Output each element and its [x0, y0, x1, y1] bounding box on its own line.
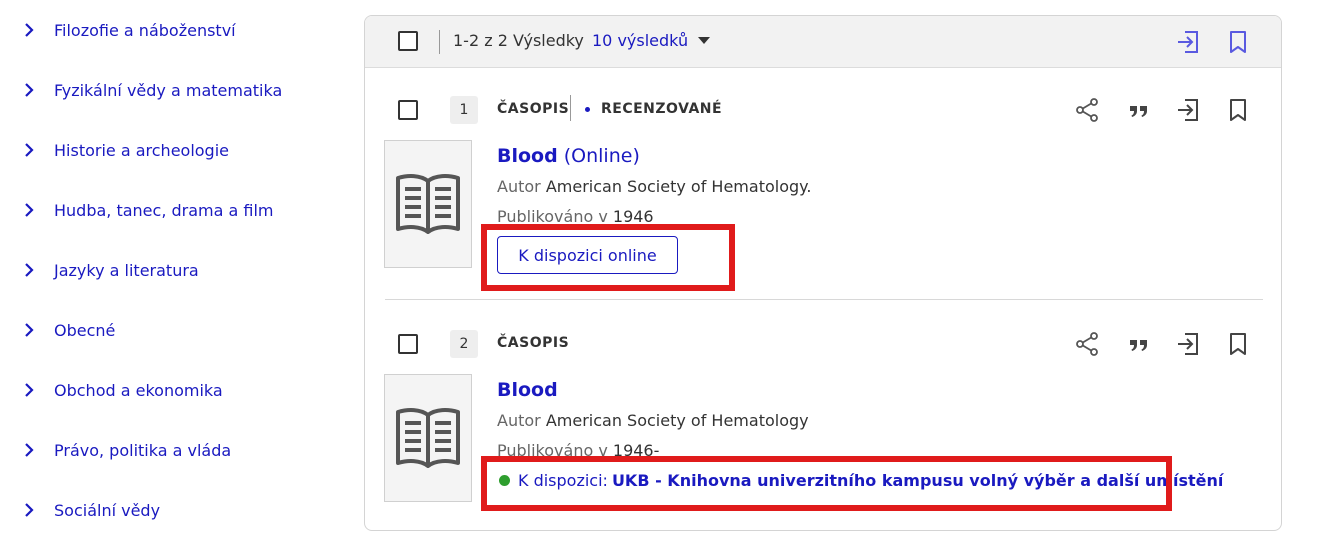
quote-icon — [1130, 106, 1147, 117]
caret-down-icon — [698, 37, 711, 44]
sidebar-item-filozofie[interactable]: Filozofie a náboženství — [20, 15, 236, 45]
open-book-icon — [396, 174, 460, 234]
cite-button[interactable] — [1125, 330, 1153, 358]
sidebar-item-jazyky[interactable]: Jazyky a literatura — [20, 255, 199, 285]
bullet-dot — [585, 106, 590, 112]
record-title[interactable]: Blood — [497, 379, 558, 401]
sidebar-item-obchod[interactable]: Obchod a ekonomika — [20, 375, 223, 405]
sidebar-item-historie[interactable]: Historie a archeologie — [20, 135, 229, 165]
title-main: Blood — [497, 145, 558, 167]
bookmark-icon — [1230, 31, 1246, 53]
chevron-right-icon — [20, 81, 38, 99]
share-icon — [1076, 98, 1098, 122]
chevron-right-icon — [20, 201, 38, 219]
sidebar-item-label: Historie a archeologie — [54, 140, 229, 160]
export-icon — [1178, 99, 1198, 121]
per-page-dropdown[interactable]: 10 výsledků — [592, 31, 711, 50]
record-checkbox[interactable] — [398, 100, 418, 120]
open-book-icon — [396, 408, 460, 468]
sidebar-item-socialni[interactable]: Sociální vědy — [20, 495, 160, 525]
sidebar-item-label: Právo, politika a vláda — [54, 440, 232, 460]
sidebar-item-label: Filozofie a náboženství — [54, 20, 236, 40]
export-button[interactable] — [1174, 330, 1202, 358]
results-toolbar: 1-2 z 2 Výsledky 10 výsledků — [365, 16, 1281, 68]
availability-location-link[interactable]: UKB - Knihovna univerzitního kampusu vol… — [612, 471, 1223, 490]
select-all-checkbox[interactable] — [398, 31, 418, 51]
export-icon — [1178, 333, 1198, 355]
sidebar-item-hudba[interactable]: Hudba, tanec, drama a film — [20, 195, 274, 225]
bookmark-button[interactable] — [1224, 330, 1252, 358]
bookmark-icon — [1230, 333, 1246, 355]
record-checkbox[interactable] — [398, 334, 418, 354]
sidebar-item-label: Obchod a ekonomika — [54, 380, 223, 400]
results-count: 1-2 z 2 Výsledky — [453, 31, 584, 50]
published-value: 1946 — [612, 207, 654, 226]
results-panel: 1-2 z 2 Výsledky 10 výsledků 1 ČASOPIS R… — [364, 15, 1282, 531]
peer-reviewed-label: RECENZOVANÉ — [601, 101, 723, 117]
record-thumbnail[interactable] — [384, 374, 472, 502]
record-type: ČASOPIS — [497, 101, 570, 117]
bookmark-button[interactable] — [1224, 96, 1252, 124]
record-divider — [385, 299, 1263, 300]
export-all-button[interactable] — [1174, 28, 1202, 56]
peer-reviewed-badge: RECENZOVANÉ — [585, 101, 722, 117]
chevron-right-icon — [20, 501, 38, 519]
export-icon — [1178, 31, 1198, 53]
toolbar-divider — [439, 30, 440, 54]
per-page-label: 10 výsledků — [592, 31, 689, 50]
chevron-right-icon — [20, 261, 38, 279]
published-value: 1946- — [612, 441, 660, 460]
availability-status: K dispozici: UKB - Knihovna univerzitníh… — [499, 471, 1223, 490]
sidebar-item-label: Sociální vědy — [54, 500, 161, 520]
sidebar-item-label: Fyzikální vědy a matematika — [54, 80, 283, 100]
sidebar-item-label: Hudba, tanec, drama a film — [54, 200, 274, 220]
sidebar-item-label: Obecné — [54, 320, 116, 340]
author-value: American Society of Hematology. — [545, 177, 812, 196]
record-title[interactable]: Blood (Online) — [497, 145, 640, 167]
availability-label: K dispozici: — [518, 471, 608, 490]
author-label: Autor — [497, 177, 541, 196]
record-author: Autor American Society of Hematology. — [497, 177, 811, 196]
chevron-right-icon — [20, 441, 38, 459]
record-published: Publikováno v 1946- — [497, 441, 659, 460]
export-button[interactable] — [1174, 96, 1202, 124]
author-label: Autor — [497, 411, 541, 430]
cite-button[interactable] — [1125, 96, 1153, 124]
sidebar-item-pravo[interactable]: Právo, politika a vláda — [20, 435, 231, 465]
record-type: ČASOPIS — [497, 335, 570, 351]
record-author: Autor American Society of Hematology — [497, 411, 809, 430]
sidebar-item-label: Jazyky a literatura — [54, 260, 199, 280]
bookmark-all-button[interactable] — [1224, 28, 1252, 56]
title-suffix: (Online) — [557, 145, 640, 167]
bookmark-icon — [1230, 99, 1246, 121]
title-main: Blood — [497, 379, 558, 401]
record-number: 2 — [450, 330, 478, 358]
share-icon — [1076, 332, 1098, 356]
record-published: Publikováno v 1946 — [497, 207, 654, 226]
share-button[interactable] — [1073, 330, 1101, 358]
record-number: 1 — [450, 96, 478, 124]
sidebar-item-obecne[interactable]: Obecné — [20, 315, 115, 345]
chevron-right-icon — [20, 141, 38, 159]
published-label: Publikováno v — [497, 441, 608, 460]
available-online-button[interactable]: K dispozici online — [497, 236, 678, 274]
quote-icon — [1130, 340, 1147, 351]
share-button[interactable] — [1073, 96, 1101, 124]
type-separator — [570, 95, 571, 121]
chevron-right-icon — [20, 321, 38, 339]
chevron-right-icon — [20, 381, 38, 399]
chevron-right-icon — [20, 21, 38, 39]
available-status-dot — [499, 475, 510, 486]
author-value: American Society of Hematology — [545, 411, 809, 430]
published-label: Publikováno v — [497, 207, 608, 226]
record-thumbnail[interactable] — [384, 140, 472, 268]
sidebar-item-fyzikalni[interactable]: Fyzikální vědy a matematika — [20, 75, 282, 105]
